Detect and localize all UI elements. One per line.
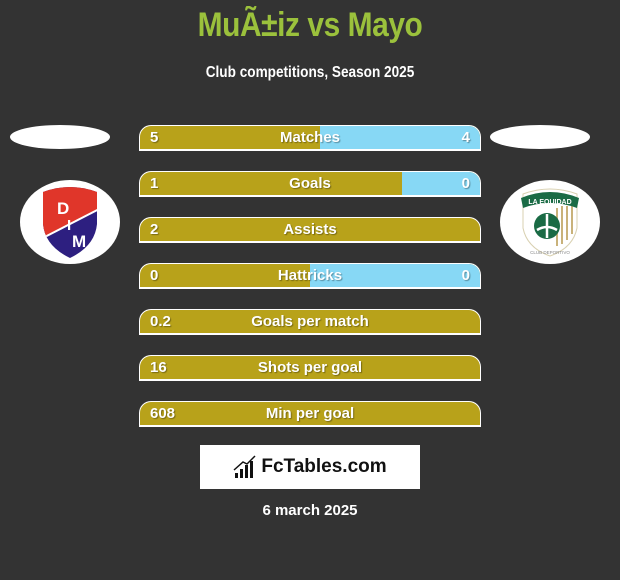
stat-row: 1 Goals 0 (139, 171, 481, 197)
brand-text: FcTables.com (261, 456, 387, 477)
stat-label: Min per goal (265, 405, 355, 422)
right-team-logo[interactable]: LA EQUIDAD CLUB DEPORTIVO (500, 180, 600, 264)
stat-label: Assists (283, 221, 337, 238)
stat-label: Shots per goal (257, 359, 363, 376)
stat-row: 0 Hattricks 0 (139, 263, 481, 289)
stat-right-value: 0 (461, 175, 470, 192)
dim-shield-icon: D I M (43, 187, 97, 258)
logo-bottom-text: CLUB DEPORTIVO (530, 250, 570, 255)
stat-label: Goals per match (251, 313, 369, 330)
la-equidad-shield-icon: LA EQUIDAD CLUB DEPORTIVO (521, 188, 579, 257)
stat-label: Goals (289, 175, 331, 192)
stat-row: 0.2 Goals per match (139, 309, 481, 335)
bar-chart-icon (233, 455, 256, 478)
stat-right-value: 0 (461, 267, 470, 284)
stat-label: Matches (279, 129, 341, 146)
logo-letter-m: M (72, 232, 86, 251)
stat-right-value: 4 (461, 129, 470, 146)
stat-row: 2 Assists (139, 217, 481, 243)
stat-label: Hattricks (277, 267, 343, 284)
page-subtitle: Club competitions, Season 2025 (205, 64, 415, 81)
right-team-oval (490, 125, 590, 149)
logo-letter-i: I (67, 217, 71, 234)
logo-top-text: LA EQUIDAD (528, 199, 571, 206)
stat-row: 608 Min per goal (139, 401, 481, 427)
page-title: MuÃ±iz vs Mayo (197, 6, 423, 44)
stat-row: 16 Shots per goal (139, 355, 481, 381)
left-team-logo[interactable]: D I M (20, 180, 120, 264)
logo-letter-d: D (57, 199, 69, 218)
stat-row: 5 Matches 4 (139, 125, 481, 151)
match-date: 6 march 2025 (262, 502, 358, 519)
fctables-brand[interactable]: FcTables.com (200, 445, 420, 489)
left-team-oval (10, 125, 110, 149)
